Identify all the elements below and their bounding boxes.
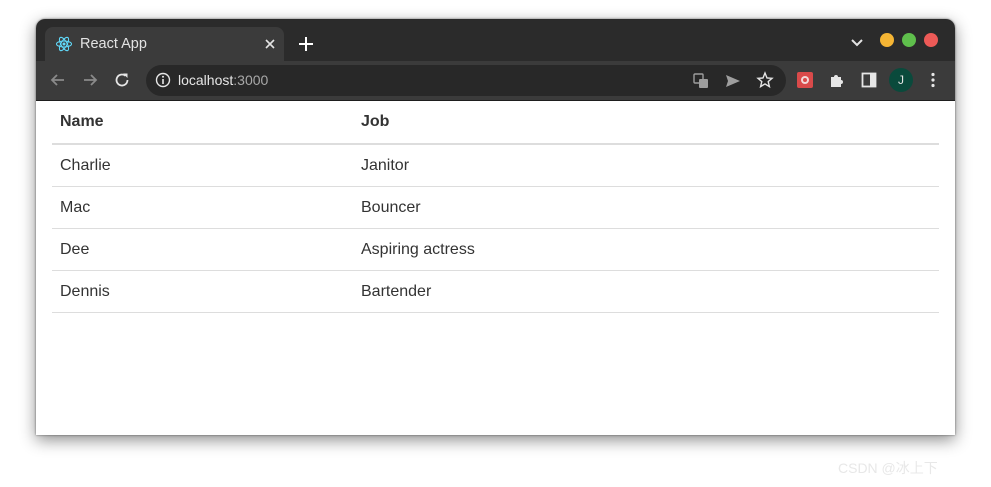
- tab-close-button[interactable]: [261, 35, 279, 53]
- browser-window: React App localhost:3000 J Name Job Char…: [36, 19, 955, 435]
- people-table: Name Job Charlie Janitor Mac Bouncer Dee…: [52, 101, 939, 313]
- table-row: Mac Bouncer: [52, 186, 939, 229]
- info-icon[interactable]: [155, 72, 171, 88]
- close-window-button[interactable]: [924, 33, 938, 47]
- table-row: Dee Aspiring actress: [52, 228, 939, 271]
- cell-job: Janitor: [353, 144, 939, 187]
- table-row: Dennis Bartender: [52, 270, 939, 313]
- header-job: Job: [353, 101, 939, 145]
- avatar[interactable]: J: [889, 68, 913, 92]
- extension-icon[interactable]: [796, 71, 814, 89]
- browser-toolbar: localhost:3000 J: [36, 61, 955, 101]
- bookmark-star-icon[interactable]: [756, 71, 774, 89]
- cell-name: Dennis: [52, 270, 353, 313]
- send-icon[interactable]: [724, 72, 742, 90]
- close-icon: [265, 39, 275, 49]
- url-text[interactable]: localhost:3000: [178, 72, 268, 88]
- table-header-row: Name Job: [52, 101, 939, 145]
- table-row: Charlie Janitor: [52, 144, 939, 187]
- tab-react-app[interactable]: React App: [45, 27, 284, 61]
- react-icon: [55, 36, 73, 52]
- header-name: Name: [52, 101, 353, 145]
- tab-strip: React App: [36, 19, 955, 61]
- cell-job: Bartender: [353, 270, 939, 313]
- tab-search-chevron-icon[interactable]: [849, 37, 865, 49]
- cell-name: Dee: [52, 228, 353, 271]
- page-content: Name Job Charlie Janitor Mac Bouncer Dee…: [36, 101, 955, 435]
- translate-icon[interactable]: [692, 72, 710, 90]
- minimize-button[interactable]: [880, 33, 894, 47]
- puzzle-icon[interactable]: [828, 71, 846, 89]
- new-tab-button[interactable]: [296, 34, 316, 54]
- menu-dots-icon[interactable]: [924, 71, 942, 89]
- back-icon[interactable]: [49, 71, 67, 89]
- maximize-button[interactable]: [902, 33, 916, 47]
- cell-name: Charlie: [52, 144, 353, 187]
- cell-name: Mac: [52, 186, 353, 229]
- cell-job: Aspiring actress: [353, 228, 939, 271]
- side-panel-icon[interactable]: [860, 71, 878, 89]
- watermark: CSDN @冰上下: [838, 460, 938, 476]
- cell-job: Bouncer: [353, 186, 939, 229]
- address-bar[interactable]: localhost:3000: [146, 65, 786, 96]
- forward-icon[interactable]: [81, 71, 99, 89]
- reload-icon[interactable]: [113, 71, 131, 89]
- tab-title: React App: [80, 36, 147, 52]
